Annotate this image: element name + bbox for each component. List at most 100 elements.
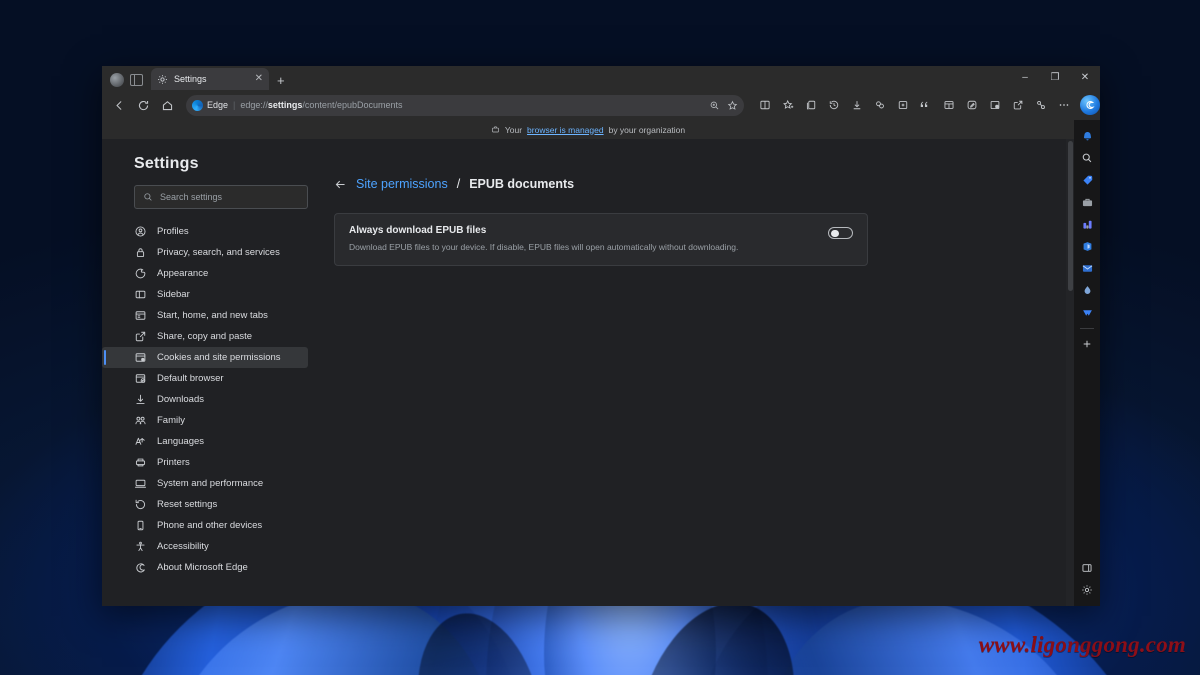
sidebar-item-label: Accessibility xyxy=(157,541,209,552)
accessibility-icon xyxy=(134,540,147,553)
back-arrow-icon[interactable] xyxy=(108,94,130,116)
browser-tab[interactable]: Settings ✕ xyxy=(151,68,269,90)
edge-site-chip: Edge xyxy=(192,100,228,111)
edit-icon[interactable] xyxy=(961,94,983,116)
tab-strip: Settings ✕ + – ❐ ✕ xyxy=(102,66,1100,90)
copilot-button[interactable] xyxy=(1080,95,1100,115)
search-placeholder: Search settings xyxy=(160,192,222,202)
office-icon[interactable] xyxy=(1076,236,1098,256)
breadcrumb-parent-link[interactable]: Site permissions xyxy=(356,177,448,191)
scrollbar-thumb[interactable] xyxy=(1068,141,1073,291)
address-bar[interactable]: Edge | edge://settings/content/epubDocum… xyxy=(186,95,744,116)
split-screen-icon[interactable] xyxy=(754,94,776,116)
sidebar-item-share-copy-and-paste[interactable]: Share, copy and paste xyxy=(102,326,308,347)
sidebar-item-cookies-and-site-permissions[interactable]: Cookies and site permissions xyxy=(102,347,308,368)
page-viewport: Your browser is managed by your organiza… xyxy=(102,120,1074,606)
address-url: edge://settings/content/epubDocuments xyxy=(240,100,704,110)
tab-actions-icon[interactable] xyxy=(938,94,960,116)
always-download-epub-toggle[interactable] xyxy=(828,227,853,239)
sidebar-item-label: Printers xyxy=(157,457,190,468)
sidebar-item-label: System and performance xyxy=(157,478,263,489)
default-browser-icon xyxy=(134,372,147,385)
sidebar-item-accessibility[interactable]: Accessibility xyxy=(102,536,308,557)
managed-link[interactable]: browser is managed xyxy=(527,125,604,135)
maximize-button[interactable]: ❐ xyxy=(1040,66,1070,88)
sidebar-item-label: Default browser xyxy=(157,373,224,384)
toolbar-buttons xyxy=(754,94,1100,116)
lock-icon xyxy=(134,246,147,259)
edge-logo-icon xyxy=(110,73,124,87)
url-prefix: edge:// xyxy=(240,100,268,110)
back-arrow-icon[interactable] xyxy=(334,178,347,191)
sidebar-item-appearance[interactable]: Appearance xyxy=(102,263,308,284)
close-window-button[interactable]: ✕ xyxy=(1070,66,1100,88)
page-title: Settings xyxy=(102,155,324,185)
breadcrumb: Site permissions / EPUB documents xyxy=(334,177,1074,191)
settings-page: Settings Search settings Profiles Privacy… xyxy=(102,139,1074,606)
banner-suffix: by your organization xyxy=(609,125,686,135)
outlook-icon[interactable] xyxy=(1076,258,1098,278)
downloads-icon[interactable] xyxy=(846,94,868,116)
sidebar-item-label: Downloads xyxy=(157,394,204,405)
search-settings-field[interactable]: Search settings xyxy=(134,185,308,209)
appearance-icon xyxy=(134,267,147,280)
sidebar-item-label: Appearance xyxy=(157,268,208,279)
shopping-icon[interactable] xyxy=(1076,170,1098,190)
discover-icon[interactable] xyxy=(1076,302,1098,322)
breadcrumb-separator: / xyxy=(457,177,460,191)
omnibox-separator: | xyxy=(233,100,235,110)
sidebar-item-system-and-performance[interactable]: System and performance xyxy=(102,473,308,494)
edge-logo-icon xyxy=(134,561,147,574)
quote-icon[interactable] xyxy=(915,94,937,116)
screenshot-icon[interactable] xyxy=(892,94,914,116)
omnibox-icons xyxy=(709,100,738,111)
share-icon[interactable] xyxy=(1007,94,1029,116)
printer-icon xyxy=(134,456,147,469)
sidebar-item-start-home-and-new-tabs[interactable]: Start, home, and new tabs xyxy=(102,305,308,326)
copilot-icon[interactable] xyxy=(1076,126,1098,146)
collections-icon[interactable] xyxy=(800,94,822,116)
sidebar-item-label: Start, home, and new tabs xyxy=(157,310,268,321)
tools-icon[interactable] xyxy=(1076,192,1098,212)
add-app-icon[interactable] xyxy=(1076,334,1098,354)
cookies-icon xyxy=(134,351,147,364)
star-icon[interactable] xyxy=(727,100,738,111)
sidebar-item-printers[interactable]: Printers xyxy=(102,452,308,473)
favorites-icon[interactable] xyxy=(777,94,799,116)
sidebar-item-reset-settings[interactable]: Reset settings xyxy=(102,494,308,515)
sidebar-item-label: Profiles xyxy=(157,226,189,237)
home-icon[interactable] xyxy=(156,94,178,116)
sidebar-settings-icon[interactable] xyxy=(1076,580,1098,600)
extensions-icon[interactable] xyxy=(869,94,891,116)
history-icon[interactable] xyxy=(823,94,845,116)
sidebar-item-family[interactable]: Family xyxy=(102,410,308,431)
sidebar-item-label: Sidebar xyxy=(157,289,190,300)
settings-more-icon[interactable] xyxy=(1053,94,1075,116)
sidebar-item-about-microsoft-edge[interactable]: About Microsoft Edge xyxy=(102,557,308,578)
languages-icon xyxy=(134,435,147,448)
app-available-icon[interactable] xyxy=(984,94,1006,116)
tab-search-icon[interactable] xyxy=(130,74,143,86)
banner-prefix: Your xyxy=(505,125,522,135)
sidebar-toggle-icon[interactable] xyxy=(1076,558,1098,578)
search-icon[interactable] xyxy=(1076,148,1098,168)
close-icon[interactable]: ✕ xyxy=(255,74,263,84)
page-scrollbar[interactable] xyxy=(1066,139,1074,606)
sidebar-item-profiles[interactable]: Profiles xyxy=(102,221,308,242)
browser-essentials-icon[interactable] xyxy=(1030,94,1052,116)
sidebar-item-downloads[interactable]: Downloads xyxy=(102,389,308,410)
sidebar-item-privacy-search-and-services[interactable]: Privacy, search, and services xyxy=(102,242,308,263)
zoom-icon[interactable] xyxy=(709,100,720,111)
setting-card-epub-download: Always download EPUB files Download EPUB… xyxy=(334,213,868,266)
refresh-icon[interactable] xyxy=(132,94,154,116)
sidebar-item-languages[interactable]: Languages xyxy=(102,431,308,452)
sidebar-item-label: Cookies and site permissions xyxy=(157,352,281,363)
minimize-button[interactable]: – xyxy=(1010,66,1040,88)
sidebar-item-sidebar[interactable]: Sidebar xyxy=(102,284,308,305)
games-icon[interactable] xyxy=(1076,214,1098,234)
sidebar-item-phone-and-other-devices[interactable]: Phone and other devices xyxy=(102,515,308,536)
drop-icon[interactable] xyxy=(1076,280,1098,300)
sidebar-item-default-browser[interactable]: Default browser xyxy=(102,368,308,389)
reset-icon xyxy=(134,498,147,511)
new-tab-button[interactable]: + xyxy=(277,74,285,87)
